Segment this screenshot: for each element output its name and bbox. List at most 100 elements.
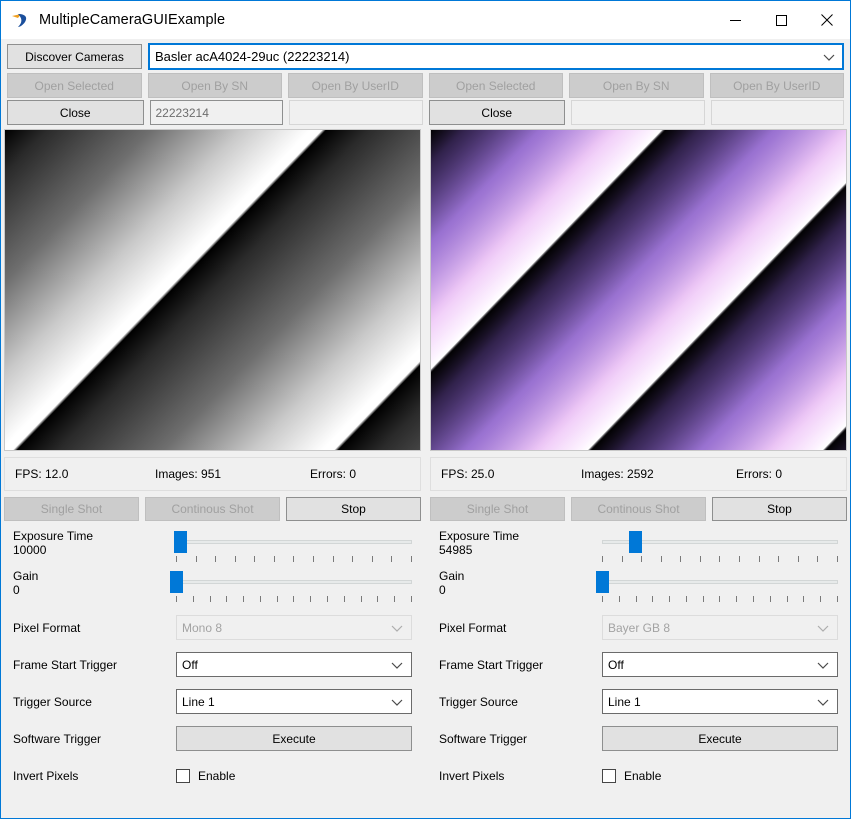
left-pixel-format-label: Pixel Format: [13, 620, 81, 635]
right-trigger-source-row: Trigger Source Line 1: [430, 683, 847, 720]
left-camera-image[interactable]: [4, 129, 421, 451]
slider-ticks: [176, 556, 412, 563]
left-gain-row: Gain 0: [4, 569, 421, 609]
slider-ticks: [602, 596, 838, 603]
left-sliders: Exposure Time 10000 Gain 0: [4, 529, 421, 609]
right-sliders: Exposure Time 54985 Gain 0: [430, 529, 847, 609]
left-sn-input[interactable]: 22223214: [149, 100, 283, 125]
title-bar: MultipleCameraGUIExample: [1, 1, 850, 39]
right-gain-value: 0: [439, 583, 446, 597]
left-frame-start-trigger-label: Frame Start Trigger: [13, 657, 118, 672]
slider-track: [602, 580, 838, 584]
right-invert-pixels-checkbox-label: Enable: [624, 768, 662, 783]
checkbox-box-icon[interactable]: [602, 768, 616, 783]
slider-thumb[interactable]: [595, 571, 609, 593]
discover-cameras-button[interactable]: Discover Cameras: [7, 44, 142, 69]
left-userid-input[interactable]: [289, 100, 423, 125]
left-exposure-slider[interactable]: [174, 529, 412, 567]
right-continuous-shot-button[interactable]: Continous Shot: [571, 497, 706, 521]
slider-track: [176, 580, 412, 584]
slider-section: Exposure Time 10000 Gain 0 Exposure Time…: [1, 521, 850, 609]
left-frame-start-trigger-combobox[interactable]: Off: [176, 652, 412, 677]
left-status-bar: FPS: 12.0 Images: 951 Errors: 0: [4, 457, 421, 491]
left-pixel-format-combobox[interactable]: Mono 8: [176, 615, 412, 640]
right-open-by-userid-button[interactable]: Open By UserID: [709, 73, 844, 98]
right-exposure-slider[interactable]: [602, 529, 838, 567]
chevron-down-icon: [817, 696, 829, 708]
right-camera-image[interactable]: [430, 129, 847, 451]
checkbox-box-icon[interactable]: [176, 768, 190, 783]
application-window: MultipleCameraGUIExample Discover Camera…: [0, 0, 851, 819]
slider-thumb[interactable]: [174, 531, 188, 553]
right-close-button[interactable]: Close: [428, 100, 565, 125]
right-single-shot-button[interactable]: Single Shot: [430, 497, 565, 521]
right-status-bar: FPS: 25.0 Images: 2592 Errors: 0: [430, 457, 847, 491]
left-single-shot-button[interactable]: Single Shot: [4, 497, 139, 521]
right-software-trigger-label: Software Trigger: [439, 731, 528, 746]
chevron-down-icon: [823, 51, 835, 63]
left-errors-label: Errors: 0: [310, 467, 357, 481]
right-software-trigger-row: Software Trigger Execute: [430, 720, 847, 757]
right-frame-start-trigger-combobox[interactable]: Off: [602, 652, 838, 677]
right-gain-label: Gain: [439, 569, 465, 583]
right-userid-input[interactable]: [710, 100, 844, 125]
slider-thumb[interactable]: [169, 571, 183, 593]
left-exposure-value: 10000: [13, 543, 47, 557]
basler-logo-icon: [10, 9, 32, 31]
right-pixel-format-row: Pixel Format Bayer GB 8: [430, 609, 847, 646]
right-trigger-source-value: Line 1: [608, 694, 641, 709]
left-frame-start-trigger-value: Off: [182, 657, 198, 672]
right-exposure-value: 54985: [439, 543, 473, 557]
right-shot-buttons: Single Shot Continous Shot Stop: [430, 497, 847, 521]
right-frame-start-trigger-label: Frame Start Trigger: [439, 657, 544, 672]
right-gain-slider[interactable]: [595, 569, 838, 607]
right-invert-pixels-row: Invert Pixels Enable: [430, 757, 847, 794]
left-trigger-source-value: Line 1: [182, 694, 215, 709]
camera-select-combobox[interactable]: Basler acA4024-29uc (22223214): [148, 43, 844, 70]
left-shot-buttons: Single Shot Continous Shot Stop: [4, 497, 421, 521]
left-open-by-userid-button[interactable]: Open By UserID: [288, 73, 423, 98]
status-strip: FPS: 12.0 Images: 951 Errors: 0 FPS: 25.…: [1, 451, 850, 491]
chevron-down-icon: [391, 696, 403, 708]
close-button[interactable]: [804, 1, 850, 39]
right-sn-input[interactable]: [571, 100, 705, 125]
left-stop-button[interactable]: Stop: [286, 497, 421, 521]
left-settings: Pixel Format Mono 8 Frame Start Trigger …: [4, 609, 421, 794]
left-pixel-format-value: Mono 8: [182, 620, 223, 635]
slider-thumb[interactable]: [628, 531, 642, 553]
left-invert-pixels-checkbox[interactable]: Enable: [176, 768, 412, 783]
left-open-selected-button[interactable]: Open Selected: [7, 73, 142, 98]
right-trigger-source-combobox[interactable]: Line 1: [602, 689, 838, 714]
top-controls: Discover Cameras Basler acA4024-29uc (22…: [1, 39, 850, 129]
right-pixel-format-combobox[interactable]: Bayer GB 8: [602, 615, 838, 640]
right-invert-pixels-label: Invert Pixels: [439, 768, 505, 783]
slider-ticks: [602, 556, 838, 563]
left-gain-value: 0: [13, 583, 20, 597]
right-invert-pixels-checkbox[interactable]: Enable: [602, 768, 838, 783]
mono-gradient-pattern: [5, 130, 420, 450]
left-exposure-row: Exposure Time 10000: [4, 529, 421, 569]
left-gain-slider[interactable]: [169, 569, 412, 607]
right-frame-start-trigger-row: Frame Start Trigger Off: [430, 646, 847, 683]
left-continuous-shot-button[interactable]: Continous Shot: [145, 497, 280, 521]
caption-buttons: [712, 1, 850, 39]
left-open-by-sn-button[interactable]: Open By SN: [147, 73, 282, 98]
right-exposure-label: Exposure Time: [439, 529, 520, 543]
left-close-button[interactable]: Close: [7, 100, 144, 125]
left-execute-button[interactable]: Execute: [176, 726, 412, 751]
right-open-selected-button[interactable]: Open Selected: [428, 73, 563, 98]
bottom-filler: [1, 794, 850, 818]
right-execute-button[interactable]: Execute: [602, 726, 838, 751]
chevron-down-icon: [817, 622, 829, 634]
left-gain-label-block: Gain 0: [4, 569, 176, 597]
right-stop-button[interactable]: Stop: [712, 497, 847, 521]
close-and-id-row: Close 22223214 Close: [1, 100, 850, 129]
right-open-by-sn-button[interactable]: Open By SN: [569, 73, 704, 98]
left-gain-label: Gain: [13, 569, 39, 583]
discover-row: Discover Cameras Basler acA4024-29uc (22…: [1, 39, 850, 73]
maximize-button[interactable]: [758, 1, 804, 39]
left-frame-start-trigger-row: Frame Start Trigger Off: [4, 646, 421, 683]
minimize-button[interactable]: [712, 1, 758, 39]
left-trigger-source-combobox[interactable]: Line 1: [176, 689, 412, 714]
left-invert-pixels-row: Invert Pixels Enable: [4, 757, 421, 794]
